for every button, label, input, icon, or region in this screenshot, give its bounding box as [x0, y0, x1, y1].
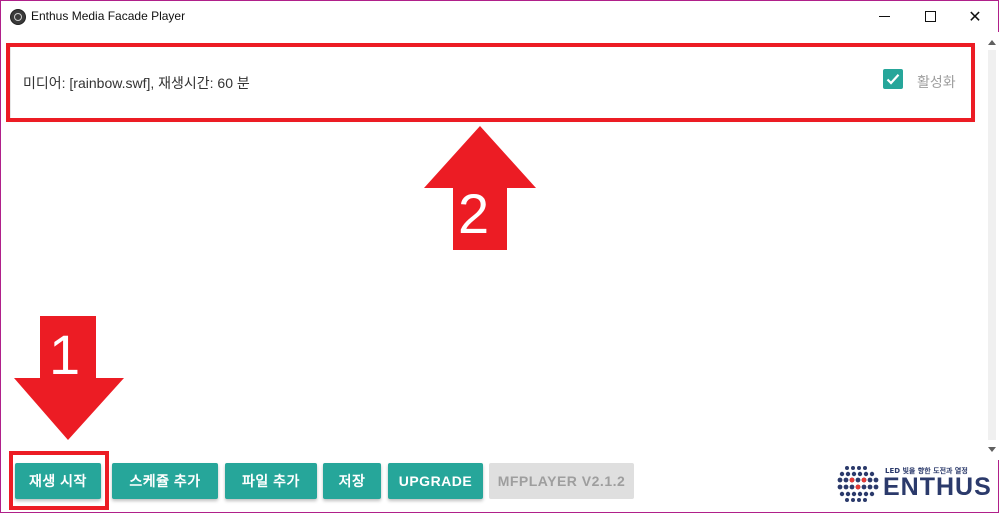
scroll-up-icon[interactable] — [988, 40, 996, 45]
add-schedule-button[interactable]: 스케쥴 추가 — [112, 463, 218, 499]
window-title: Enthus Media Facade Player — [31, 9, 186, 23]
enthus-logo: LED 빛을 향한 도전과 열정 ENTHUS — [837, 462, 992, 504]
scroll-thumb[interactable] — [988, 50, 996, 440]
minimize-button[interactable] — [861, 1, 907, 32]
add-file-button[interactable]: 파일 추가 — [225, 463, 317, 499]
maximize-icon — [924, 11, 936, 22]
highlight-box-1 — [9, 451, 109, 510]
close-icon: ✕ — [968, 6, 982, 26]
version-button: MFPLAYER V2.1.2 — [489, 463, 634, 499]
vertical-scrollbar[interactable] — [985, 32, 999, 460]
title-bar[interactable]: Enthus Media Facade Player ✕ — [1, 1, 998, 32]
minimize-icon — [878, 16, 890, 17]
maximize-button[interactable] — [907, 1, 953, 32]
logo-wordmark: ENTHUS — [883, 473, 992, 501]
app-logo-icon — [10, 9, 26, 25]
upgrade-button[interactable]: UPGRADE — [388, 463, 483, 499]
annotation-number-1: 1 — [49, 323, 81, 386]
logo-dots-icon — [837, 466, 879, 502]
annotation-number-2: 2 — [458, 182, 490, 245]
highlight-box-2 — [6, 43, 975, 122]
save-button[interactable]: 저장 — [323, 463, 381, 499]
scroll-down-icon[interactable] — [988, 447, 996, 452]
close-button[interactable]: ✕ — [952, 1, 998, 32]
